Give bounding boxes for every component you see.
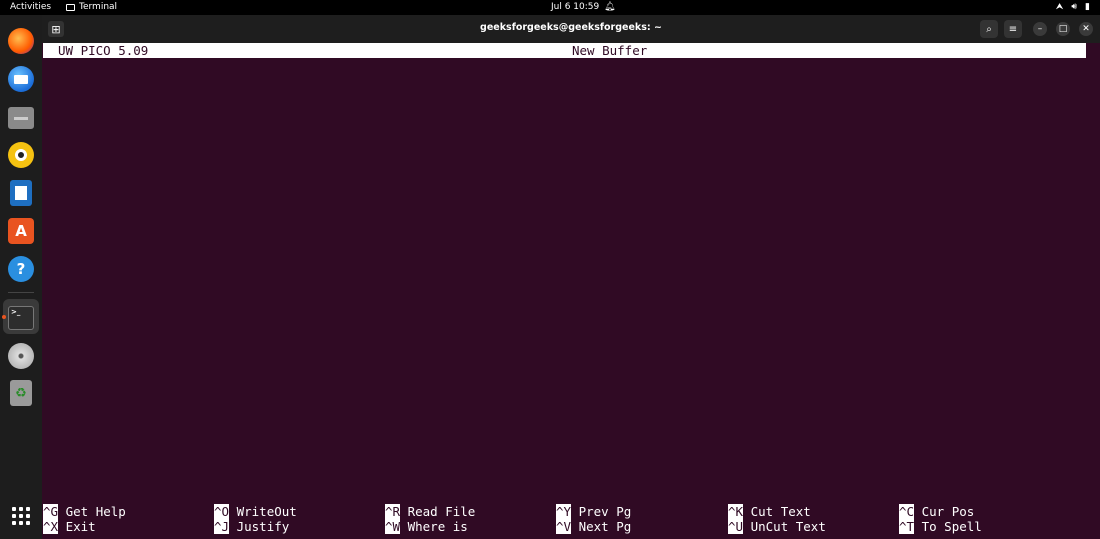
maximize-icon[interactable]: □ — [1056, 22, 1070, 36]
window-title: geeksforgeeks@geeksforgeeks: ~ — [480, 22, 662, 33]
buffer-name: New Buffer — [572, 43, 648, 58]
files-icon[interactable] — [8, 107, 34, 129]
libreoffice-writer-icon[interactable] — [10, 180, 32, 206]
search-icon[interactable]: ⌕ — [980, 20, 998, 38]
command-where-is: ^W Where is — [385, 519, 468, 534]
top-bar: Activities Terminal Jul 6 10:59 🔔︎ ⮝ 🔊︎ … — [0, 0, 1100, 15]
terminal-app-icon[interactable]: >_ — [8, 306, 34, 330]
pico-status-bar: UW PICO 5.09 New Buffer — [43, 43, 1086, 58]
command-to-spell: ^T To Spell — [899, 519, 982, 534]
rhythmbox-icon[interactable] — [8, 142, 34, 168]
firefox-icon[interactable] — [8, 28, 34, 54]
network-icon: ⮝ — [1055, 2, 1064, 12]
dvd-icon[interactable] — [8, 343, 34, 369]
show-apps-icon[interactable] — [12, 507, 30, 525]
system-tray[interactable]: ⮝ 🔊︎ ▮ — [1056, 2, 1090, 12]
minimize-icon[interactable]: – — [1033, 22, 1047, 36]
pico-version: UW PICO 5.09 — [58, 43, 149, 58]
command-uncut-text: ^U UnCut Text — [728, 519, 826, 534]
trash-icon[interactable]: ♻ — [10, 380, 32, 406]
command-justify: ^J Justify — [214, 519, 290, 534]
command-get-help: ^G Get Help — [43, 504, 126, 519]
dock: A ? >_ ♻ — [0, 15, 42, 539]
bell-icon: 🔔︎ — [604, 2, 616, 12]
running-indicator — [2, 315, 6, 319]
command-cur-pos: ^C Cur Pos — [899, 504, 975, 519]
terminal-headerbar: ⊞ geeksforgeeks@geeksforgeeks: ~ ⌕ ≡ – □… — [42, 15, 1100, 43]
command-next-pg: ^V Next Pg — [556, 519, 632, 534]
command-read-file: ^R Read File — [385, 504, 476, 519]
dock-separator — [8, 292, 34, 293]
terminal-icon — [66, 3, 75, 11]
close-icon[interactable]: ✕ — [1079, 22, 1093, 36]
menu-icon[interactable]: ≡ — [1004, 20, 1022, 38]
help-icon[interactable]: ? — [8, 256, 34, 282]
pico-editor[interactable]: UW PICO 5.09 New Buffer ^G Get Help ^O W… — [42, 43, 1100, 539]
command-writeout: ^O WriteOut — [214, 504, 297, 519]
volume-icon: 🔊︎ — [1071, 2, 1078, 12]
app-name: Terminal — [79, 2, 118, 12]
app-menu[interactable]: Terminal — [66, 2, 117, 12]
command-exit: ^X Exit — [43, 519, 96, 534]
clock[interactable]: Jul 6 10:59 — [551, 2, 599, 12]
command-prev-pg: ^Y Prev Pg — [556, 504, 632, 519]
thunderbird-icon[interactable] — [8, 66, 34, 92]
app-center-icon[interactable]: A — [8, 218, 34, 244]
activities-button[interactable]: Activities — [10, 2, 51, 12]
command-cut-text: ^K Cut Text — [728, 504, 811, 519]
battery-icon: ▮ — [1085, 2, 1090, 12]
